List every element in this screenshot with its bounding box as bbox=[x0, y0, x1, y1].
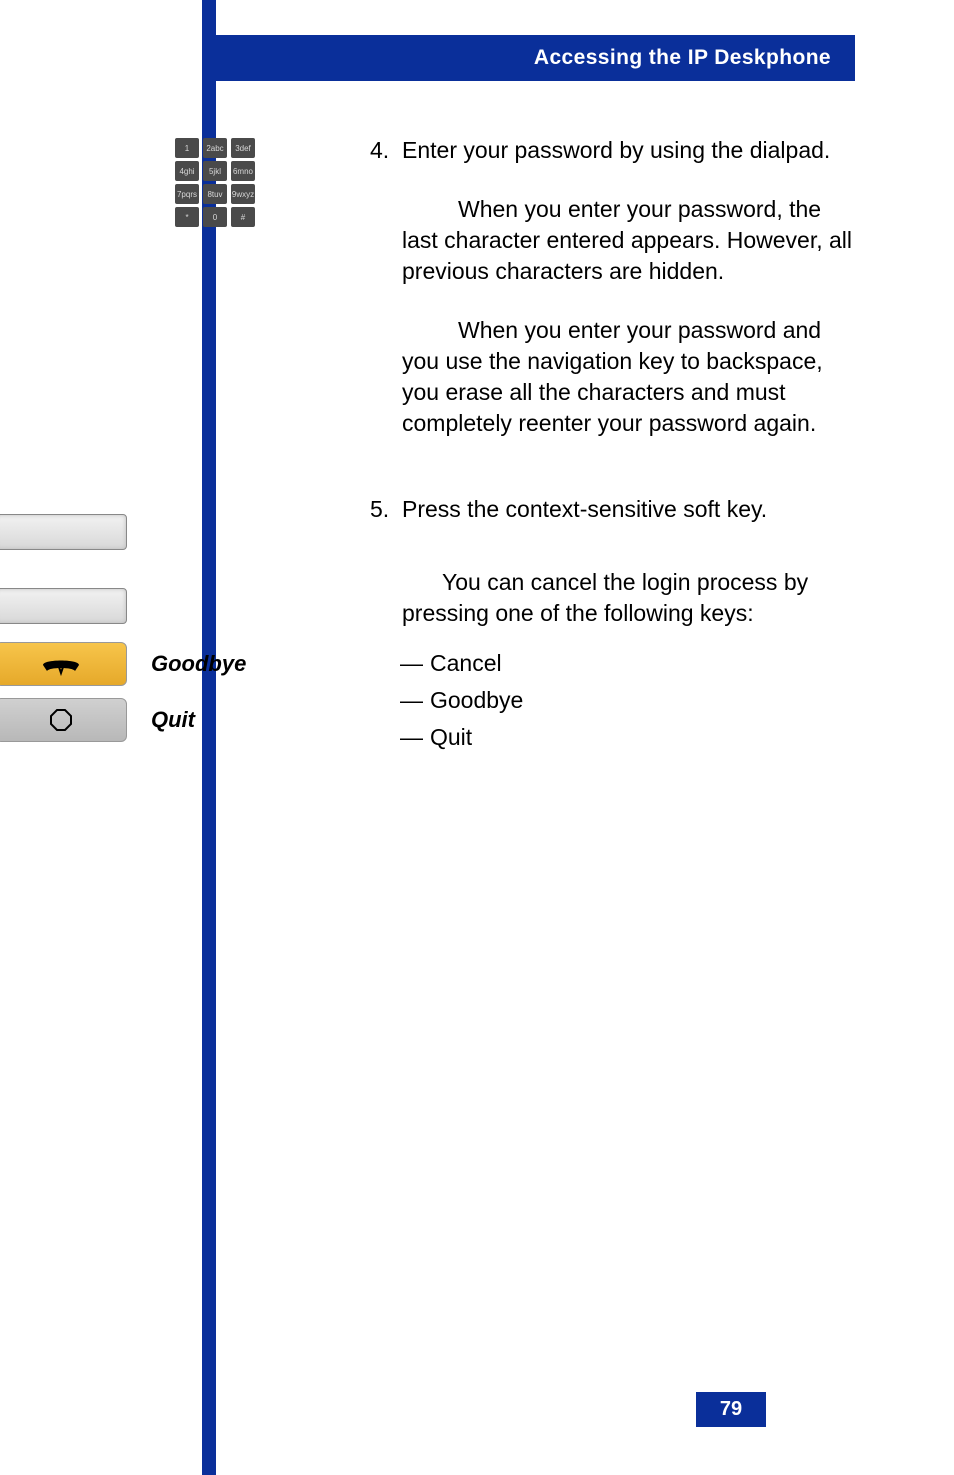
quit-button-row: Quit bbox=[0, 698, 370, 742]
item-cancel: Cancel bbox=[430, 650, 502, 676]
handset-icon bbox=[39, 651, 83, 677]
list-item-goodbye: —Goodbye bbox=[400, 685, 855, 716]
step-5-row: Goodbye Quit 5.Press the context-sensiti… bbox=[75, 494, 855, 758]
step-5-graphic-col: Goodbye Quit bbox=[75, 494, 370, 742]
dialpad-icon: 1 2abc 3def 4ghi 5jkl 6mno 7pqrs 8tuv 9w… bbox=[175, 138, 255, 227]
step-4-note-2: When you enter your password and you use… bbox=[370, 315, 855, 439]
key-1: 1 bbox=[175, 138, 199, 158]
step-4-number: 4. bbox=[370, 135, 402, 166]
step-5-instruction-a: Press the bbox=[402, 496, 506, 522]
goodbye-button-row: Goodbye bbox=[0, 642, 370, 686]
cancel-keys-list: —Cancel —Goodbye —Quit bbox=[370, 648, 855, 753]
key-0: 0 bbox=[203, 207, 227, 227]
list-item-cancel: —Cancel bbox=[400, 648, 855, 679]
step-5-note: You can cancel the login process by pres… bbox=[370, 567, 855, 629]
step-4-graphic-col: 1 2abc 3def 4ghi 5jkl 6mno 7pqrs 8tuv 9w… bbox=[75, 135, 370, 230]
item-goodbye: Goodbye bbox=[430, 687, 523, 713]
step-4-row: 1 2abc 3def 4ghi 5jkl 6mno 7pqrs 8tuv 9w… bbox=[75, 135, 855, 439]
goodbye-label: Goodbye bbox=[151, 651, 246, 677]
step-5-instruction-b: context-sensitive soft key. bbox=[506, 496, 768, 522]
key-7: 7pqrs bbox=[175, 184, 199, 204]
step-4-instruction: Enter your password by using the dialpad… bbox=[402, 137, 830, 163]
softkey-blank-1 bbox=[0, 514, 127, 550]
key-3: 3def bbox=[231, 138, 255, 158]
dash-1: — bbox=[400, 648, 430, 679]
dash-2: — bbox=[400, 685, 430, 716]
quit-label: Quit bbox=[151, 707, 195, 733]
page-number: 79 bbox=[720, 1398, 742, 1421]
step-4-note-1: When you enter your password, the last c… bbox=[370, 194, 855, 287]
page-number-box: 79 bbox=[696, 1392, 766, 1427]
step-5-text: 5.Press the context-sensitive soft key. … bbox=[370, 494, 855, 758]
softkey-blank-2 bbox=[0, 588, 127, 624]
softkey-graphic-list bbox=[0, 514, 370, 624]
key-8: 8tuv bbox=[203, 184, 227, 204]
key-2: 2abc bbox=[203, 138, 227, 158]
content-area: 1 2abc 3def 4ghi 5jkl 6mno 7pqrs 8tuv 9w… bbox=[75, 135, 855, 814]
key-9: 9wxyz bbox=[231, 184, 255, 204]
page: Accessing the IP Deskphone 1 2abc 3def 4… bbox=[0, 0, 954, 1475]
chapter-header-bar: Accessing the IP Deskphone bbox=[202, 35, 855, 81]
dash-3: — bbox=[400, 722, 430, 753]
key-6: 6mno bbox=[231, 161, 255, 181]
chapter-title: Accessing the IP Deskphone bbox=[534, 46, 831, 70]
key-star: * bbox=[175, 207, 199, 227]
quit-button-graphic bbox=[0, 698, 127, 742]
step-5-number: 5. bbox=[370, 494, 402, 525]
stop-octagon-icon bbox=[50, 709, 72, 731]
item-quit: Quit bbox=[430, 724, 472, 750]
list-item-quit: —Quit bbox=[400, 722, 855, 753]
goodbye-button-graphic bbox=[0, 642, 127, 686]
key-4: 4ghi bbox=[175, 161, 199, 181]
step-4-text: 4.Enter your password by using the dialp… bbox=[370, 135, 855, 439]
key-hash: # bbox=[231, 207, 255, 227]
key-5: 5jkl bbox=[203, 161, 227, 181]
